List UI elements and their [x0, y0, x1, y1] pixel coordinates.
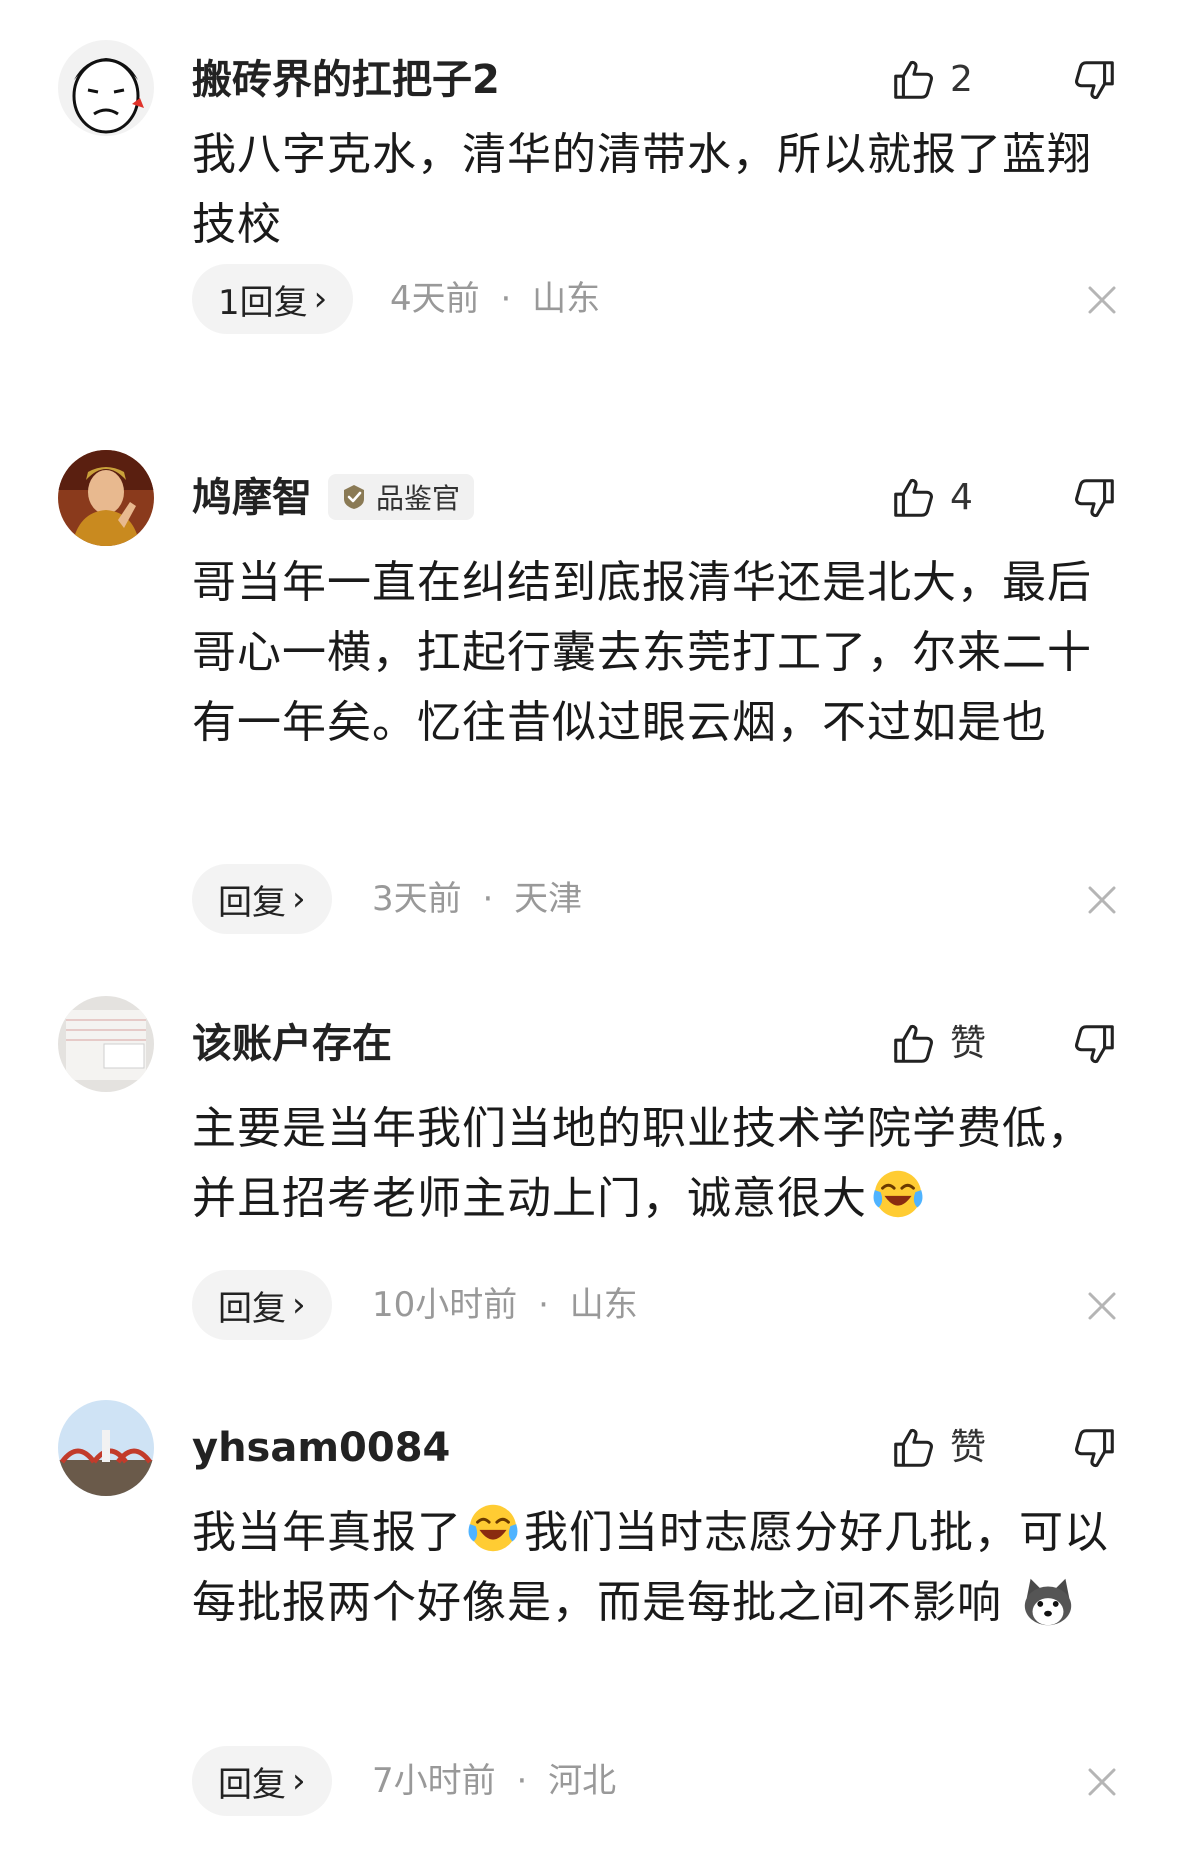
reply-label: 1回复: [218, 282, 308, 323]
comment-text-content: 主要是当年我们当地的职业技术学院学费低，并且招考老师主动上门，诚意很大: [192, 1103, 1092, 1224]
like-button[interactable]: 4: [890, 475, 973, 521]
comment-text: 我八字克水，清华的清带水，所以就报了蓝翔技校: [192, 129, 1092, 250]
building-photo-avatar-image: [58, 1400, 154, 1496]
close-icon[interactable]: [1084, 1288, 1120, 1324]
comment-meta: 4天前 · 山东: [390, 264, 600, 334]
avatar[interactable]: [58, 40, 154, 136]
thumbs-up-icon: [890, 57, 936, 103]
husky-emoji: [1024, 1578, 1072, 1626]
reply-label: 回复: [218, 1764, 286, 1805]
comment-meta: 10小时前 · 山东: [372, 1270, 638, 1340]
comment-meta: 7小时前 · 河北: [372, 1746, 616, 1816]
reply-button[interactable]: 回复 ›: [192, 1746, 332, 1816]
comment-location: 山东: [532, 279, 601, 319]
comment-time: 3天前: [372, 879, 462, 919]
like-count: 赞: [950, 1427, 987, 1468]
paper-photo-avatar-image: [58, 996, 154, 1092]
like-button[interactable]: 2: [890, 57, 973, 103]
chevron-right-icon: ›: [292, 879, 306, 919]
avatar[interactable]: [58, 996, 154, 1092]
close-icon[interactable]: [1084, 1764, 1120, 1800]
thumbs-down-icon[interactable]: [1072, 1425, 1118, 1471]
comment-location: 天津: [514, 879, 583, 919]
username[interactable]: yhsam0084: [192, 1424, 450, 1472]
meme-face-avatar-image: [58, 40, 154, 136]
laughing-crying-emoji: [869, 1165, 927, 1223]
laughing-crying-emoji: [464, 1499, 522, 1557]
thumbs-down-icon[interactable]: [1072, 1021, 1118, 1067]
thumbs-up-icon: [890, 1021, 936, 1067]
comment-time: 10小时前: [372, 1285, 518, 1325]
avatar[interactable]: [58, 450, 154, 546]
comment-meta: 3天前 · 天津: [372, 864, 582, 934]
meta-separator: ·: [482, 879, 494, 919]
verified-badge-icon: [344, 485, 364, 509]
close-icon[interactable]: [1084, 282, 1120, 318]
chevron-right-icon: ›: [292, 1285, 306, 1325]
reply-button[interactable]: 回复 ›: [192, 864, 332, 934]
username[interactable]: 鸠摩智: [192, 474, 312, 522]
comment-text: 我当年真报了 我们当时志愿分好几批，可以每批报两个好像是，而是每批之间不影响: [192, 1498, 1112, 1638]
like-count: 2: [950, 59, 973, 100]
reply-button[interactable]: 回复 ›: [192, 1270, 332, 1340]
chevron-right-icon: ›: [292, 1761, 306, 1801]
username[interactable]: 搬砖界的扛把子2: [192, 56, 500, 104]
reply-button[interactable]: 1回复 ›: [192, 264, 354, 334]
reply-label: 回复: [218, 882, 286, 923]
comment-time: 4天前: [390, 279, 480, 319]
thumbs-down-icon[interactable]: [1072, 475, 1118, 521]
meta-separator: ·: [500, 279, 512, 319]
like-button[interactable]: 赞: [890, 1021, 986, 1067]
meta-separator: ·: [538, 1285, 549, 1325]
thumbs-down-icon[interactable]: [1072, 57, 1118, 103]
monk-photo-avatar-image: [58, 450, 154, 546]
like-count: 赞: [950, 1023, 987, 1064]
close-icon[interactable]: [1084, 882, 1120, 918]
reply-label: 回复: [218, 1288, 286, 1329]
comment-location: 河北: [548, 1761, 617, 1801]
comment-location: 山东: [569, 1285, 638, 1325]
thumbs-up-icon: [890, 1425, 936, 1471]
badge: 品鉴官: [328, 474, 475, 520]
like-button[interactable]: 赞: [890, 1425, 986, 1471]
avatar[interactable]: [58, 1400, 154, 1496]
comment-text-part1: 我当年真报了: [192, 1507, 462, 1558]
like-count: 4: [950, 477, 973, 518]
badge-label: 品鉴官: [376, 482, 461, 515]
meta-separator: ·: [516, 1761, 528, 1801]
comment-text: 哥当年一直在纠结到底报清华还是北大，最后哥心一横，扛起行囊去东莞打工了，尔来二十…: [192, 557, 1092, 748]
chevron-right-icon: ›: [313, 279, 328, 319]
comment-text: 主要是当年我们当地的职业技术学院学费低，并且招考老师主动上门，诚意很大: [192, 1094, 1112, 1234]
comment-time: 7小时前: [372, 1761, 496, 1801]
username[interactable]: 该账户存在: [192, 1020, 392, 1068]
thumbs-up-icon: [890, 475, 936, 521]
